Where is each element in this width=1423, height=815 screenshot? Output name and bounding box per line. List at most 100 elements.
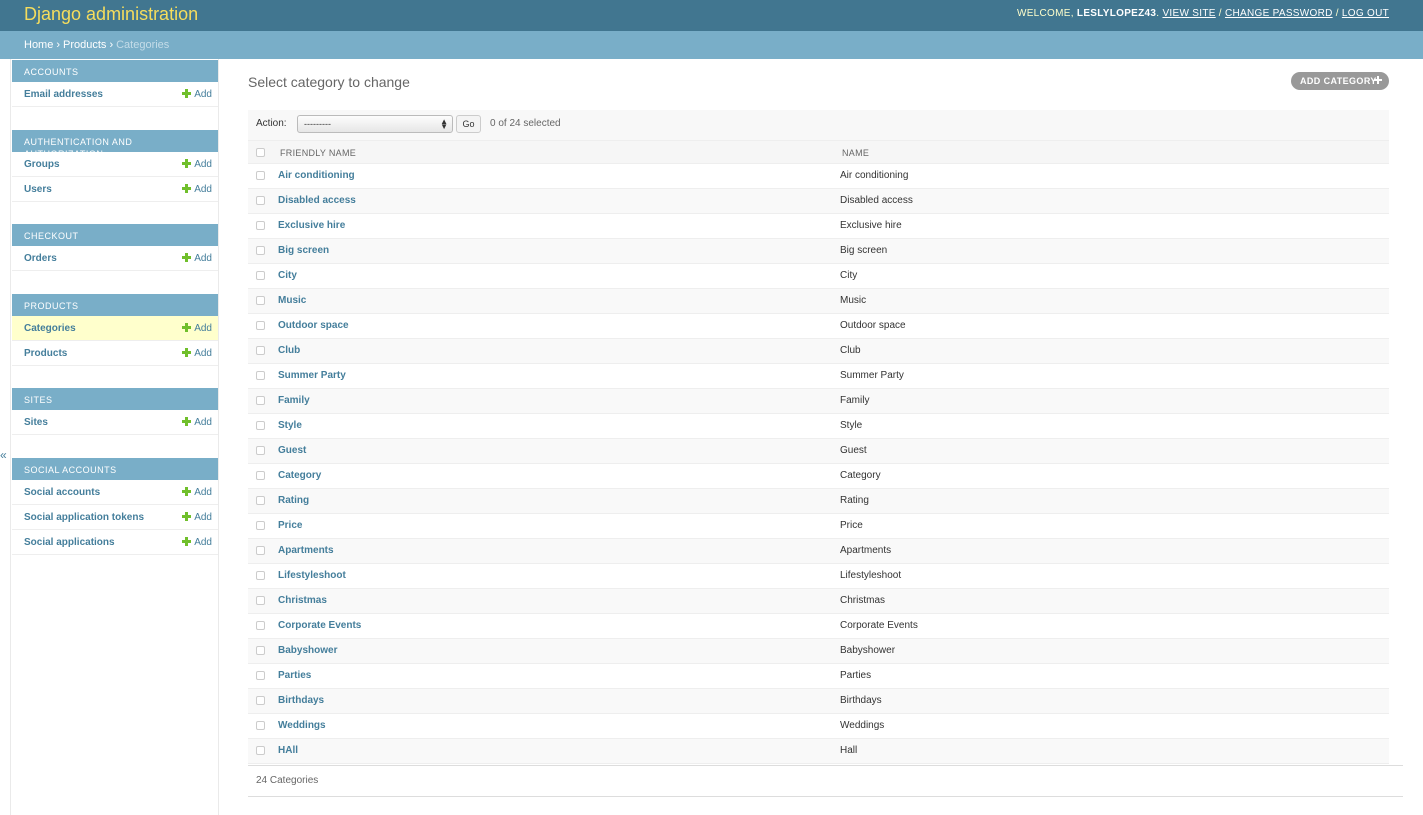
friendly-name-link[interactable]: Disabled access	[278, 195, 356, 206]
action-select[interactable]: --------- ▲ ▼	[297, 115, 453, 133]
friendly-name-link[interactable]: Weddings	[278, 720, 326, 731]
row-checkbox[interactable]	[256, 396, 265, 407]
friendly-name-link[interactable]: Style	[278, 420, 302, 431]
sidebar-add-link[interactable]: Add	[182, 417, 212, 428]
row-checkbox[interactable]	[256, 246, 265, 257]
checkbox-icon	[256, 271, 265, 280]
select-arrows-icon: ▲ ▼	[440, 117, 448, 131]
row-checkbox[interactable]	[256, 521, 265, 532]
friendly-name-link[interactable]: Category	[278, 470, 321, 481]
friendly-name-link[interactable]: HAll	[278, 745, 298, 756]
friendly-name-link[interactable]: Big screen	[278, 245, 329, 256]
go-button[interactable]: Go	[456, 115, 481, 133]
row-checkbox[interactable]	[256, 496, 265, 507]
row-checkbox[interactable]	[256, 621, 265, 632]
sidebar-module-caption[interactable]: Sites	[12, 388, 218, 410]
checkbox-icon	[256, 696, 265, 705]
friendly-name-link[interactable]: Rating	[278, 495, 309, 506]
row-checkbox[interactable]	[256, 296, 265, 307]
view-site-link[interactable]: VIEW SITE	[1162, 8, 1215, 19]
row-checkbox[interactable]	[256, 346, 265, 357]
sidebar-item-link[interactable]: Social application tokens	[24, 512, 144, 523]
log-out-link[interactable]: LOG OUT	[1342, 8, 1389, 19]
toggle-nav-sidebar-button[interactable]: «	[0, 448, 7, 462]
select-all-checkbox[interactable]	[256, 148, 265, 159]
change-password-link[interactable]: CHANGE PASSWORD	[1225, 8, 1333, 19]
sidebar-item-link[interactable]: Social applications	[24, 537, 115, 548]
table-row: Price Price	[248, 514, 1389, 539]
column-header-friendly-name[interactable]: FRIENDLY NAME	[280, 148, 356, 158]
friendly-name-link[interactable]: Outdoor space	[278, 320, 349, 331]
paginator: 24 Categories	[248, 765, 1403, 797]
row-checkbox[interactable]	[256, 471, 265, 482]
friendly-name-link[interactable]: Parties	[278, 670, 311, 681]
row-checkbox[interactable]	[256, 271, 265, 282]
friendly-name-link[interactable]: Corporate Events	[278, 620, 361, 631]
checkbox-icon	[256, 148, 265, 157]
row-checkbox[interactable]	[256, 196, 265, 207]
sidebar-item-link[interactable]: Products	[24, 348, 67, 359]
sidebar-module-caption[interactable]: Checkout	[12, 224, 218, 246]
sidebar-item-link[interactable]: Sites	[24, 417, 48, 428]
friendly-name-link[interactable]: Lifestyleshoot	[278, 570, 346, 581]
row-checkbox[interactable]	[256, 421, 265, 432]
friendly-name-link[interactable]: Air conditioning	[278, 170, 355, 181]
friendly-name-link[interactable]: Club	[278, 345, 300, 356]
friendly-name-link[interactable]: Birthdays	[278, 695, 324, 706]
friendly-name-link[interactable]: Apartments	[278, 545, 334, 556]
sidebar-add-link[interactable]: Add	[182, 184, 212, 195]
sidebar-add-link[interactable]: Add	[182, 253, 212, 264]
friendly-name-link[interactable]: Guest	[278, 445, 306, 456]
friendly-name-link[interactable]: Summer Party	[278, 370, 346, 381]
site-name-link[interactable]: Django administration	[24, 4, 198, 25]
plus-icon	[182, 159, 192, 168]
friendly-name-link[interactable]: City	[278, 270, 297, 281]
friendly-name-link[interactable]: Family	[278, 395, 310, 406]
sidebar-add-link[interactable]: Add	[182, 512, 212, 523]
sidebar-add-link[interactable]: Add	[182, 487, 212, 498]
sidebar-item-link[interactable]: Orders	[24, 253, 57, 264]
sidebar-add-link[interactable]: Add	[182, 159, 212, 170]
friendly-name-link[interactable]: Babyshower	[278, 645, 337, 656]
row-checkbox[interactable]	[256, 171, 265, 182]
row-checkbox[interactable]	[256, 321, 265, 332]
row-checkbox[interactable]	[256, 646, 265, 657]
row-checkbox[interactable]	[256, 671, 265, 682]
row-checkbox[interactable]	[256, 571, 265, 582]
add-label: Add	[194, 323, 212, 334]
add-category-button[interactable]: ADD CATEGORY	[1291, 72, 1389, 90]
sidebar-add-link[interactable]: Add	[182, 323, 212, 334]
sidebar-item-link[interactable]: Email addresses	[24, 89, 103, 100]
sidebar-module-caption[interactable]: Accounts	[12, 60, 218, 82]
row-checkbox[interactable]	[256, 596, 265, 607]
friendly-name-link[interactable]: Exclusive hire	[278, 220, 345, 231]
sidebar-module-caption[interactable]: Products	[12, 294, 218, 316]
sidebar-item-link[interactable]: Categories	[24, 323, 76, 334]
breadcrumb-current: Categories	[116, 39, 170, 51]
sidebar-item-link[interactable]: Groups	[24, 159, 60, 170]
row-checkbox[interactable]	[256, 746, 265, 757]
user-tools: WELCOME, LESLYLOPEZ43. VIEW SITE / CHANG…	[1016, 8, 1389, 19]
sidebar-item-link[interactable]: Social accounts	[24, 487, 100, 498]
column-header-name[interactable]: NAME	[842, 148, 869, 158]
row-checkbox[interactable]	[256, 546, 265, 557]
friendly-name-link[interactable]: Christmas	[278, 595, 327, 606]
checkbox-icon	[256, 671, 265, 680]
sidebar-item-link[interactable]: Users	[24, 184, 52, 195]
breadcrumb-home[interactable]: Home	[24, 39, 53, 51]
breadcrumb-products[interactable]: Products	[63, 39, 106, 51]
table-row: Corporate Events Corporate Events	[248, 614, 1389, 639]
sidebar-add-link[interactable]: Add	[182, 537, 212, 548]
row-checkbox[interactable]	[256, 696, 265, 707]
sidebar-module-caption[interactable]: Authentication and Authorization	[12, 130, 218, 159]
row-checkbox[interactable]	[256, 371, 265, 382]
row-checkbox[interactable]	[256, 446, 265, 457]
row-checkbox[interactable]	[256, 721, 265, 732]
friendly-name-link[interactable]: Price	[278, 520, 302, 531]
sidebar-add-link[interactable]: Add	[182, 89, 212, 100]
sidebar-add-link[interactable]: Add	[182, 348, 212, 359]
row-checkbox[interactable]	[256, 221, 265, 232]
friendly-name-link[interactable]: Music	[278, 295, 306, 306]
sidebar-module-caption[interactable]: Social Accounts	[12, 458, 218, 480]
name-cell: Summer Party	[840, 370, 904, 381]
